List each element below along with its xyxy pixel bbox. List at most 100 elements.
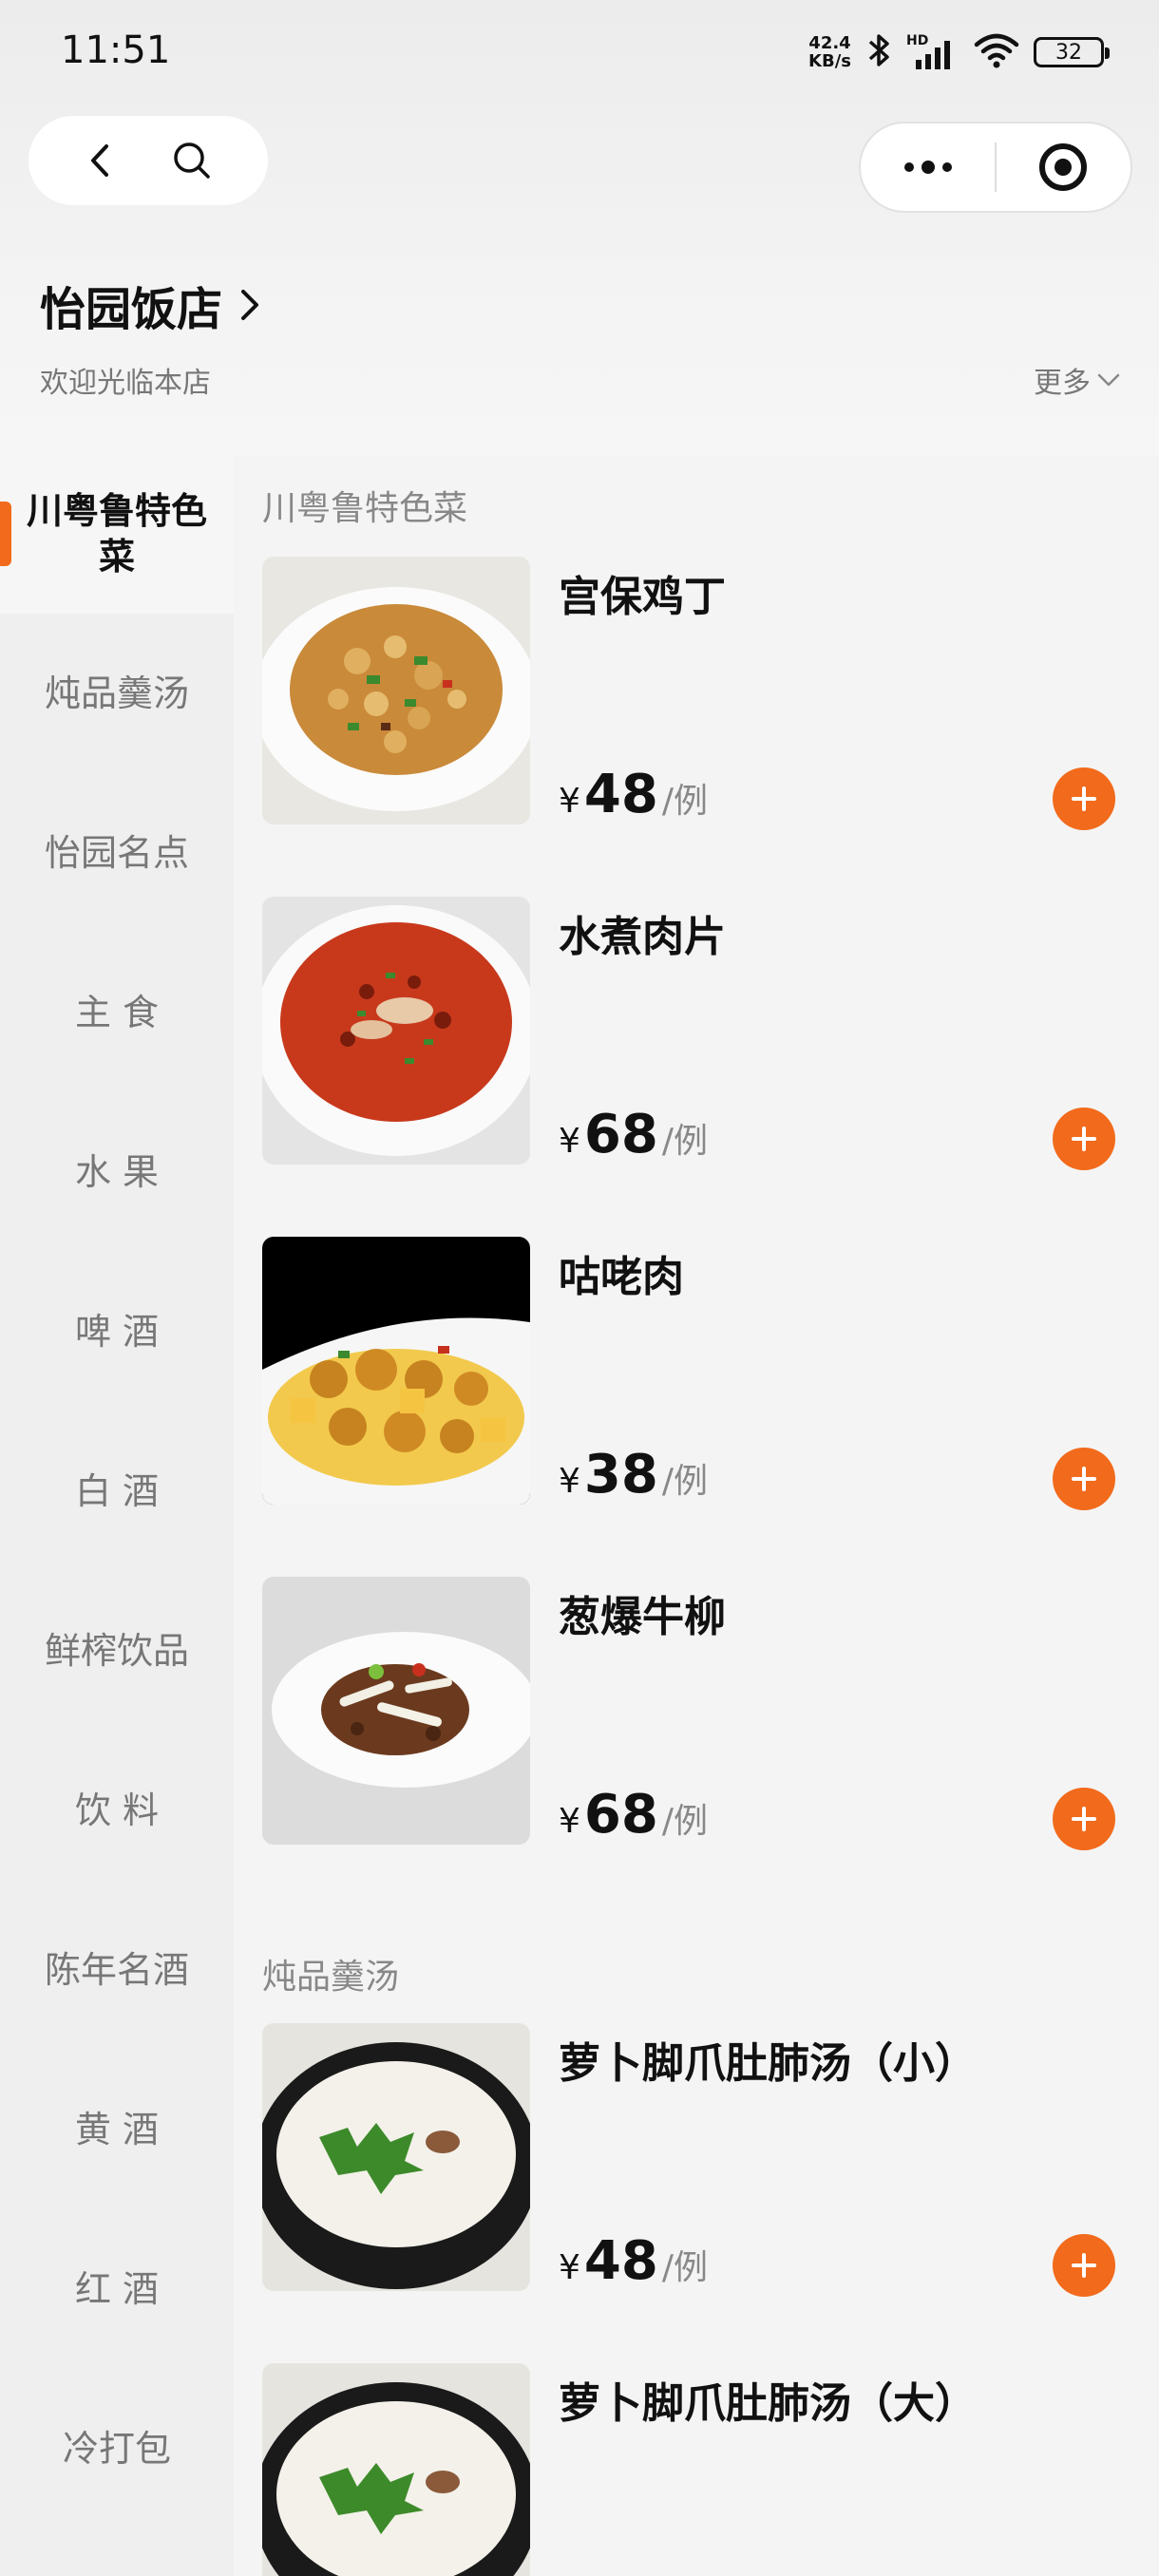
more-label: 更多 (1034, 367, 1091, 400)
store-title[interactable]: 怡园饭店 (40, 272, 264, 338)
dish-item[interactable]: 咕咾肉 ¥ 38 /例 (262, 1237, 1127, 1510)
dish-price: ¥ 68 /例 (559, 1104, 708, 1165)
currency-symbol: ¥ (559, 782, 580, 821)
category-item[interactable]: 黄 酒 (0, 2050, 234, 2209)
price-value: 48 (583, 2230, 658, 2292)
category-item-active[interactable]: 川粤鲁特色菜 (0, 454, 234, 614)
dish-name: 葱爆牛柳 (559, 1593, 726, 1641)
network-speed-unit: KB/s (808, 51, 851, 71)
category-item[interactable]: 陈年名酒 (0, 1890, 234, 2050)
dish-price: ¥ 68 /例 (559, 1784, 708, 1846)
currency-symbol: ¥ (559, 1462, 580, 1501)
search-icon[interactable] (168, 137, 216, 184)
price-unit: /例 (661, 1462, 708, 1501)
battery-level: 32 (1055, 40, 1082, 65)
status-icons: 42.4 KB/s HD 32 (808, 28, 1110, 76)
category-item[interactable]: 饮 料 (0, 1731, 234, 1890)
add-to-cart-button[interactable] (1053, 1788, 1115, 1850)
category-label: 陈年名酒 (44, 1949, 189, 1991)
dish-image (262, 2363, 530, 2576)
category-label: 啤 酒 (74, 1311, 160, 1353)
price-unit: /例 (661, 782, 708, 821)
dish-image (262, 1577, 530, 1845)
plus-icon (1068, 1803, 1100, 1835)
dish-price: ¥ 38 /例 (559, 1444, 708, 1506)
category-label: 水 果 (74, 1151, 160, 1193)
plus-icon (1068, 2249, 1100, 2282)
dish-image (262, 2023, 530, 2291)
category-label: 炖品羹汤 (44, 672, 189, 714)
battery-indicator: 32 (1034, 37, 1110, 67)
category-item[interactable]: 啤 酒 (0, 1252, 234, 1411)
category-label: 黄 酒 (74, 2109, 160, 2150)
category-item[interactable]: 水 果 (0, 1092, 234, 1252)
price-value: 68 (583, 1784, 658, 1846)
dish-item[interactable]: 葱爆牛柳 ¥ 68 /例 (262, 1577, 1127, 1850)
category-label: 川粤鲁特色菜 (26, 490, 207, 578)
category-item[interactable]: 红 酒 (0, 2209, 234, 2369)
dish-item[interactable]: 萝卜脚爪肚肺汤（大） (262, 2363, 1127, 2576)
category-item[interactable]: 鲜榨饮品 (0, 1571, 234, 1731)
bluetooth-icon (864, 31, 893, 73)
chevron-down-icon (1096, 370, 1121, 389)
plus-icon (1068, 783, 1100, 815)
price-value: 68 (583, 1104, 658, 1165)
status-bar: 11:51 42.4 KB/s HD 32 (0, 0, 1159, 104)
category-label: 怡园名点 (44, 832, 189, 874)
add-to-cart-button[interactable] (1053, 767, 1115, 830)
dish-name: 宫保鸡丁 (559, 573, 726, 621)
category-label: 饮 料 (74, 1790, 160, 1831)
dish-name: 萝卜脚爪肚肺汤（大） (559, 2379, 977, 2428)
category-item[interactable]: 炖品羹汤 (0, 614, 234, 773)
active-indicator (0, 502, 11, 566)
dish-image (262, 557, 530, 824)
currency-symbol: ¥ (559, 2248, 580, 2287)
more-options-button[interactable] (861, 123, 995, 211)
category-label: 冷打包 (62, 2428, 171, 2470)
dish-name: 咕咾肉 (559, 1253, 684, 1301)
add-to-cart-button[interactable] (1053, 2234, 1115, 2297)
price-value: 38 (583, 1444, 658, 1506)
dish-item[interactable]: 萝卜脚爪肚肺汤（小） ¥ 48 /例 (262, 2023, 1127, 2297)
dish-name: 水煮肉片 (559, 913, 726, 961)
dish-image (262, 897, 530, 1165)
dish-price: ¥ 48 /例 (559, 2230, 708, 2292)
price-value: 48 (583, 764, 658, 825)
store-subtitle: 欢迎光临本店 (40, 367, 211, 400)
close-miniprogram-button[interactable] (997, 123, 1130, 211)
dish-price: ¥ 48 /例 (559, 764, 708, 825)
currency-symbol: ¥ (559, 1802, 580, 1841)
store-name: 怡园饭店 (40, 283, 223, 336)
network-speed-value: 42.4 (808, 33, 851, 53)
category-item[interactable]: 怡园名点 (0, 773, 234, 933)
wifi-icon (973, 31, 1020, 73)
network-speed: 42.4 KB/s (808, 34, 851, 70)
dish-item[interactable]: 水煮肉片 ¥ 68 /例 (262, 897, 1127, 1170)
status-time: 11:51 (61, 28, 171, 72)
category-label: 红 酒 (74, 2268, 160, 2310)
add-to-cart-button[interactable] (1053, 1448, 1115, 1510)
nav-capsule-left (28, 116, 268, 205)
dish-name: 萝卜脚爪肚肺汤（小） (559, 2039, 977, 2088)
price-unit: /例 (661, 2248, 708, 2287)
add-to-cart-button[interactable] (1053, 1108, 1115, 1170)
more-button[interactable]: 更多 (1034, 359, 1121, 401)
section-title: 炖品羹汤 (262, 1958, 400, 1997)
back-icon[interactable] (82, 137, 120, 184)
category-sidebar: 川粤鲁特色菜 炖品羹汤 怡园名点 主 食 水 果 啤 酒 白 酒 鲜榨饮品 饮 … (0, 454, 234, 2576)
category-item[interactable]: 白 酒 (0, 1411, 234, 1571)
category-label: 主 食 (74, 992, 160, 1033)
category-label: 鲜榨饮品 (44, 1630, 189, 1672)
currency-symbol: ¥ (559, 1122, 580, 1161)
plus-icon (1068, 1463, 1100, 1495)
target-icon (1039, 143, 1088, 191)
more-dots-icon (903, 161, 952, 174)
dish-item[interactable]: 宫保鸡丁 ¥ 48 /例 (262, 557, 1127, 830)
category-item[interactable]: 主 食 (0, 933, 234, 1092)
category-item[interactable]: 冷打包 (0, 2369, 234, 2529)
category-label: 白 酒 (74, 1470, 160, 1512)
chevron-right-icon (236, 284, 264, 326)
signal-icon: HD (906, 33, 960, 71)
price-unit: /例 (661, 1122, 708, 1161)
nav-capsule-right (859, 122, 1132, 213)
